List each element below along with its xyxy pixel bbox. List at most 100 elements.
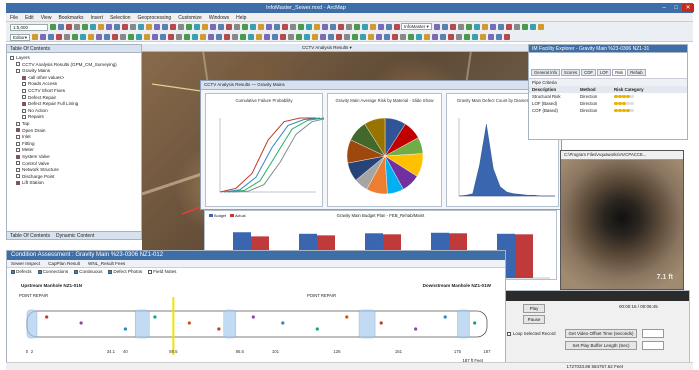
toolbar-tool-icon[interactable] (234, 24, 240, 30)
toolbar-tool-icon[interactable] (440, 34, 447, 40)
layer-checkbox[interactable] (16, 128, 20, 133)
toolbar-tool-icon[interactable] (170, 24, 176, 30)
toolbar-tool-icon[interactable] (130, 24, 136, 30)
toolbar-tool-icon[interactable] (314, 24, 320, 30)
toolbar-tool-icon[interactable] (392, 34, 399, 40)
toolbar-tool-icon[interactable] (304, 34, 311, 40)
repair-segment[interactable] (358, 309, 376, 339)
toolbar-tool-icon[interactable] (514, 24, 520, 30)
toolbar-tool-icon[interactable] (58, 24, 64, 30)
defect-marker[interactable] (217, 327, 221, 331)
layer-checkbox[interactable] (16, 167, 20, 172)
explorer-tab[interactable]: Scores (561, 69, 581, 76)
menu-item-customize[interactable]: Customize (178, 15, 202, 21)
toolbar-tool-icon[interactable] (224, 34, 231, 40)
toolbar-tool-icon[interactable] (352, 34, 359, 40)
toolbar-tool-icon[interactable] (256, 34, 263, 40)
condition-tab[interactable]: Sewer Inspect (11, 261, 40, 266)
toolbar-tool-icon[interactable] (464, 34, 471, 40)
toc-layer-item[interactable]: Repairs (10, 114, 138, 121)
toolbar-tool-icon[interactable] (48, 34, 55, 40)
layer-checkbox[interactable] (16, 154, 20, 159)
menu-item-insert[interactable]: Insert (90, 15, 103, 21)
toolbar-tool-icon[interactable] (122, 24, 128, 30)
toc-layer-item[interactable]: Layers (10, 55, 138, 62)
toolbar-tool-icon[interactable] (480, 34, 487, 40)
toc-layer-item[interactable]: Fitting (10, 141, 138, 148)
menu-item-selection[interactable]: Selection (110, 15, 131, 21)
toc-layer-item[interactable]: System Valve (10, 154, 138, 161)
toolbar-tool-icon[interactable] (128, 34, 135, 40)
menu-item-windows[interactable]: Windows (209, 15, 229, 21)
toolbar-tool-icon[interactable] (538, 24, 544, 30)
toolbar-tool-icon[interactable] (384, 34, 391, 40)
layer-checkbox[interactable] (16, 148, 20, 153)
toc-layer-item[interactable]: Roads Access (10, 81, 138, 88)
toolbar-tool-icon[interactable] (344, 34, 351, 40)
layer-checkbox[interactable] (16, 161, 20, 166)
toolbar-tool-icon[interactable] (472, 34, 479, 40)
toolbar-tool-icon[interactable] (504, 34, 511, 40)
repair-segment[interactable] (223, 309, 237, 339)
toolbar-tool-icon[interactable] (424, 34, 431, 40)
toolbar-tool-icon[interactable] (386, 24, 392, 30)
layer-checkbox[interactable] (16, 134, 20, 139)
defect-marker[interactable] (79, 321, 83, 325)
editor-menu[interactable]: Editor▾ (10, 33, 31, 41)
toolbar-tool-icon[interactable] (264, 34, 271, 40)
toolbar-tool-icon[interactable] (210, 24, 216, 30)
toolbar-tool-icon[interactable] (328, 34, 335, 40)
infomaster-menu[interactable]: InfoMaster ▾ (401, 23, 432, 30)
toc-layer-item[interactable]: Control Valve (10, 161, 138, 168)
toolbar-tool-icon[interactable] (144, 34, 151, 40)
toolbar-tool-icon[interactable] (450, 24, 456, 30)
toolbar-tool-icon[interactable] (192, 34, 199, 40)
defect-marker[interactable] (473, 321, 477, 325)
toolbar-tool-icon[interactable] (506, 24, 512, 30)
condition-filter-checkbox[interactable]: Defects (11, 269, 32, 274)
toolbar-tool-icon[interactable] (362, 24, 368, 30)
toolbar-tool-icon[interactable] (200, 34, 207, 40)
toolbar-tool-icon[interactable] (146, 24, 152, 30)
play-button[interactable]: Play (523, 304, 545, 313)
toc-layer-item[interactable]: Gravity Mains (10, 68, 138, 75)
toc-layer-item[interactable]: Defect Repair (10, 95, 138, 102)
layer-checkbox[interactable] (16, 62, 20, 67)
toolbar-tool-icon[interactable] (258, 24, 264, 30)
maximize-button[interactable]: □ (670, 4, 682, 12)
toc-layer-item[interactable]: Discharge Point (10, 174, 138, 181)
layer-checkbox[interactable] (16, 141, 20, 146)
toc-layer-item[interactable]: CCTV Analysis Results (GPM_CM_Surveying) (10, 62, 138, 69)
toc-layer-item[interactable]: Open Drain (10, 128, 138, 135)
toolbar-tool-icon[interactable] (138, 24, 144, 30)
toolbar-tool-icon[interactable] (298, 24, 304, 30)
toolbar-tool-icon[interactable] (66, 24, 72, 30)
toolbar-tool-icon[interactable] (168, 34, 175, 40)
toolbar-tool-icon[interactable] (306, 24, 312, 30)
toolbar-tool-icon[interactable] (208, 34, 215, 40)
toolbar-tool-icon[interactable] (74, 24, 80, 30)
menu-item-view[interactable]: View (41, 15, 52, 21)
toolbar-tool-icon[interactable] (434, 24, 440, 30)
defect-marker[interactable] (315, 327, 319, 331)
toolbar-tool-icon[interactable] (400, 34, 407, 40)
toolbar-tool-icon[interactable] (72, 34, 79, 40)
toolbar-tool-icon[interactable] (272, 34, 279, 40)
toolbar-tool-icon[interactable] (248, 34, 255, 40)
minimize-button[interactable]: – (658, 4, 670, 12)
toc-layer-item[interactable]: <all other values> (10, 75, 138, 82)
toolbar-tool-icon[interactable] (330, 24, 336, 30)
toolbar-tool-icon[interactable] (240, 34, 247, 40)
layer-checkbox[interactable] (16, 174, 20, 179)
explorer-row[interactable]: COF (Based) Direction (529, 107, 687, 114)
layer-checkbox[interactable] (22, 95, 26, 100)
condition-tab[interactable]: CapPlan Result (48, 261, 80, 266)
toc-layer-item[interactable]: No Action (10, 108, 138, 115)
explorer-tab[interactable]: General Info (531, 69, 561, 76)
toolbar-tool-icon[interactable] (482, 24, 488, 30)
layer-checkbox[interactable] (16, 68, 20, 73)
layer-checkbox[interactable] (10, 55, 14, 60)
toolbar-tool-icon[interactable] (408, 34, 415, 40)
toolbar-tool-icon[interactable] (176, 34, 183, 40)
buffer-field[interactable] (642, 341, 664, 350)
